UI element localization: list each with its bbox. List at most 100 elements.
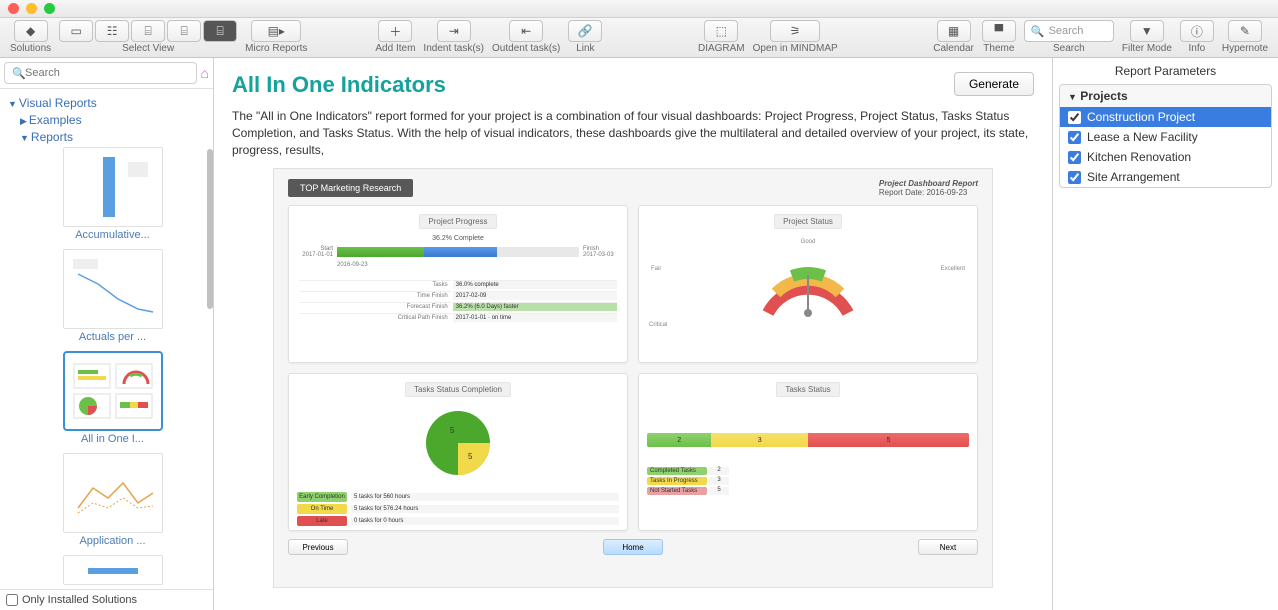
project-checkbox[interactable] bbox=[1068, 171, 1081, 184]
theme-button[interactable]: ▀ bbox=[982, 20, 1016, 42]
sidebar-scrollbar[interactable] bbox=[207, 149, 213, 309]
project-item-site[interactable]: Site Arrangement bbox=[1060, 167, 1271, 187]
hypernote-label: Hypernote bbox=[1222, 43, 1268, 54]
titlebar bbox=[0, 0, 1278, 18]
only-installed-checkbox[interactable] bbox=[6, 594, 18, 606]
legend-swatch: On Time bbox=[297, 504, 347, 514]
finish-date: 2017-03-03 bbox=[583, 252, 619, 258]
solutions-button[interactable]: ◆ bbox=[14, 20, 48, 42]
progress-bar bbox=[337, 247, 579, 257]
filter-mode-button[interactable]: ▼ bbox=[1130, 20, 1164, 42]
thumb-label: Accumulative... bbox=[63, 229, 163, 241]
tree-visual-reports[interactable]: ▼Visual Reports bbox=[8, 96, 205, 110]
legend-swatch: Not Started Tasks bbox=[647, 487, 707, 495]
toolbar: ◆ Solutions ▭ ☷ ⌸ ⌸ ⌸ Select View ▤▸ Mic… bbox=[0, 18, 1278, 58]
project-checkbox[interactable] bbox=[1068, 131, 1081, 144]
tree-examples[interactable]: ▶Examples bbox=[20, 113, 205, 127]
thumb-label: All in One I... bbox=[63, 433, 163, 445]
mindmap-button[interactable]: ⚞ bbox=[770, 20, 820, 42]
dashboard-tag: TOP Marketing Research bbox=[288, 179, 413, 197]
gauge-good: Good bbox=[647, 239, 969, 245]
home-button[interactable]: Home bbox=[603, 539, 663, 555]
hypernote-button[interactable]: ✎ bbox=[1228, 20, 1262, 42]
tree-label: Reports bbox=[31, 130, 73, 144]
calendar-button[interactable]: ▦ bbox=[937, 20, 971, 42]
thumb-actuals[interactable]: Actuals per ... bbox=[63, 249, 163, 343]
card-tasks-status: Tasks Status 2 3 5 Completed Tasks2 Task… bbox=[638, 373, 978, 531]
left-panel: 🔍 ⌂ ▼Visual Reports ▶Examples ▼Reports A… bbox=[0, 58, 214, 610]
today-label: 2016-09-23 bbox=[337, 262, 619, 268]
home-icon[interactable]: ⌂ bbox=[201, 65, 209, 81]
view-button-4[interactable]: ⌸ bbox=[167, 20, 201, 42]
gauge-excellent: Excellent bbox=[941, 266, 965, 272]
zoom-window-icon[interactable] bbox=[44, 3, 55, 14]
status-seg: 5 bbox=[808, 433, 969, 447]
thumb-all-in-one[interactable]: All in One I... bbox=[63, 351, 163, 445]
info-button[interactable]: ⓘ bbox=[1180, 20, 1214, 42]
card-project-progress: Project Progress 36.2% Complete Start201… bbox=[288, 205, 628, 363]
progress-complete-label: 36.2% Complete bbox=[297, 235, 619, 242]
legend-swatch: Tasks In Progress bbox=[647, 477, 707, 485]
status-seg: 3 bbox=[711, 433, 808, 447]
filter-mode-label: Filter Mode bbox=[1122, 43, 1172, 54]
progress-table: Tasks36.0% complete Time Finish2017-02-0… bbox=[297, 278, 619, 324]
legend-count: 5 bbox=[709, 487, 729, 495]
only-installed-label: Only Installed Solutions bbox=[22, 594, 137, 606]
tree-reports[interactable]: ▼Reports bbox=[20, 130, 205, 144]
projects-header[interactable]: ▼ Projects bbox=[1060, 85, 1271, 107]
card-title: Tasks Status Completion bbox=[405, 382, 511, 397]
diagram-button[interactable]: ⬚ bbox=[704, 20, 738, 42]
sidebar-search-input[interactable] bbox=[4, 62, 197, 84]
thumb-extra[interactable] bbox=[63, 555, 163, 585]
right-header: Report Parameters bbox=[1053, 58, 1278, 84]
minimize-window-icon[interactable] bbox=[26, 3, 37, 14]
project-item-kitchen[interactable]: Kitchen Renovation bbox=[1060, 147, 1271, 167]
view-button-2[interactable]: ☷ bbox=[95, 20, 129, 42]
outdent-label: Outdent task(s) bbox=[492, 43, 560, 54]
legend-count: 3 bbox=[709, 477, 729, 485]
view-button-3[interactable]: ⌸ bbox=[131, 20, 165, 42]
view-button-1[interactable]: ▭ bbox=[59, 20, 93, 42]
diagram-label: DIAGRAM bbox=[698, 43, 745, 54]
view-button-5[interactable]: ⌸ bbox=[203, 20, 237, 42]
solutions-label: Solutions bbox=[10, 43, 51, 54]
link-button[interactable]: 🔗 bbox=[568, 20, 602, 42]
thumb-application[interactable]: Application ... bbox=[63, 453, 163, 547]
next-button[interactable]: Next bbox=[918, 539, 978, 555]
toolbar-search-input[interactable]: 🔍Search bbox=[1024, 20, 1114, 42]
project-label: Kitchen Renovation bbox=[1087, 150, 1191, 164]
card-title: Tasks Status bbox=[776, 382, 839, 397]
card-project-status: Project Status Good Fair Excellent bbox=[638, 205, 978, 363]
project-label: Lease a New Facility bbox=[1087, 130, 1198, 144]
search-icon: 🔍 bbox=[12, 67, 26, 80]
select-view-label: Select View bbox=[122, 43, 174, 54]
legend-swatch: Late bbox=[297, 516, 347, 526]
dashboard-info: Project Dashboard Report Report Date: 20… bbox=[879, 179, 978, 197]
dashboard-preview: TOP Marketing Research Project Dashboard… bbox=[273, 168, 993, 588]
projects-label: Projects bbox=[1080, 89, 1127, 103]
page-title: All In One Indicators bbox=[232, 72, 446, 98]
project-checkbox[interactable] bbox=[1068, 151, 1081, 164]
project-label: Site Arrangement bbox=[1087, 170, 1180, 184]
legend-swatch: Completed Tasks bbox=[647, 467, 707, 475]
outdent-button[interactable]: ⇤ bbox=[509, 20, 543, 42]
thumb-label: Application ... bbox=[63, 535, 163, 547]
search-label: Search bbox=[1053, 43, 1085, 54]
add-item-button[interactable]: ＋ bbox=[378, 20, 412, 42]
micro-reports-button[interactable]: ▤▸ bbox=[251, 20, 301, 42]
close-window-icon[interactable] bbox=[8, 3, 19, 14]
calendar-label: Calendar bbox=[933, 43, 974, 54]
project-checkbox[interactable] bbox=[1068, 111, 1081, 124]
report-date-label: Report Date: bbox=[879, 188, 924, 197]
thumb-accumulative[interactable]: Accumulative... bbox=[63, 147, 163, 241]
generate-button[interactable]: Generate bbox=[954, 72, 1034, 96]
gauge-icon bbox=[748, 243, 868, 323]
thumb-label: Actuals per ... bbox=[63, 331, 163, 343]
micro-reports-label: Micro Reports bbox=[245, 43, 307, 54]
project-item-lease[interactable]: Lease a New Facility bbox=[1060, 127, 1271, 147]
page-description: The "All in One Indicators" report forme… bbox=[232, 108, 1034, 158]
legend-text: 5 tasks for 560 hours bbox=[351, 493, 619, 501]
previous-button[interactable]: Previous bbox=[288, 539, 348, 555]
project-item-construction[interactable]: Construction Project bbox=[1060, 107, 1271, 127]
indent-button[interactable]: ⇥ bbox=[437, 20, 471, 42]
